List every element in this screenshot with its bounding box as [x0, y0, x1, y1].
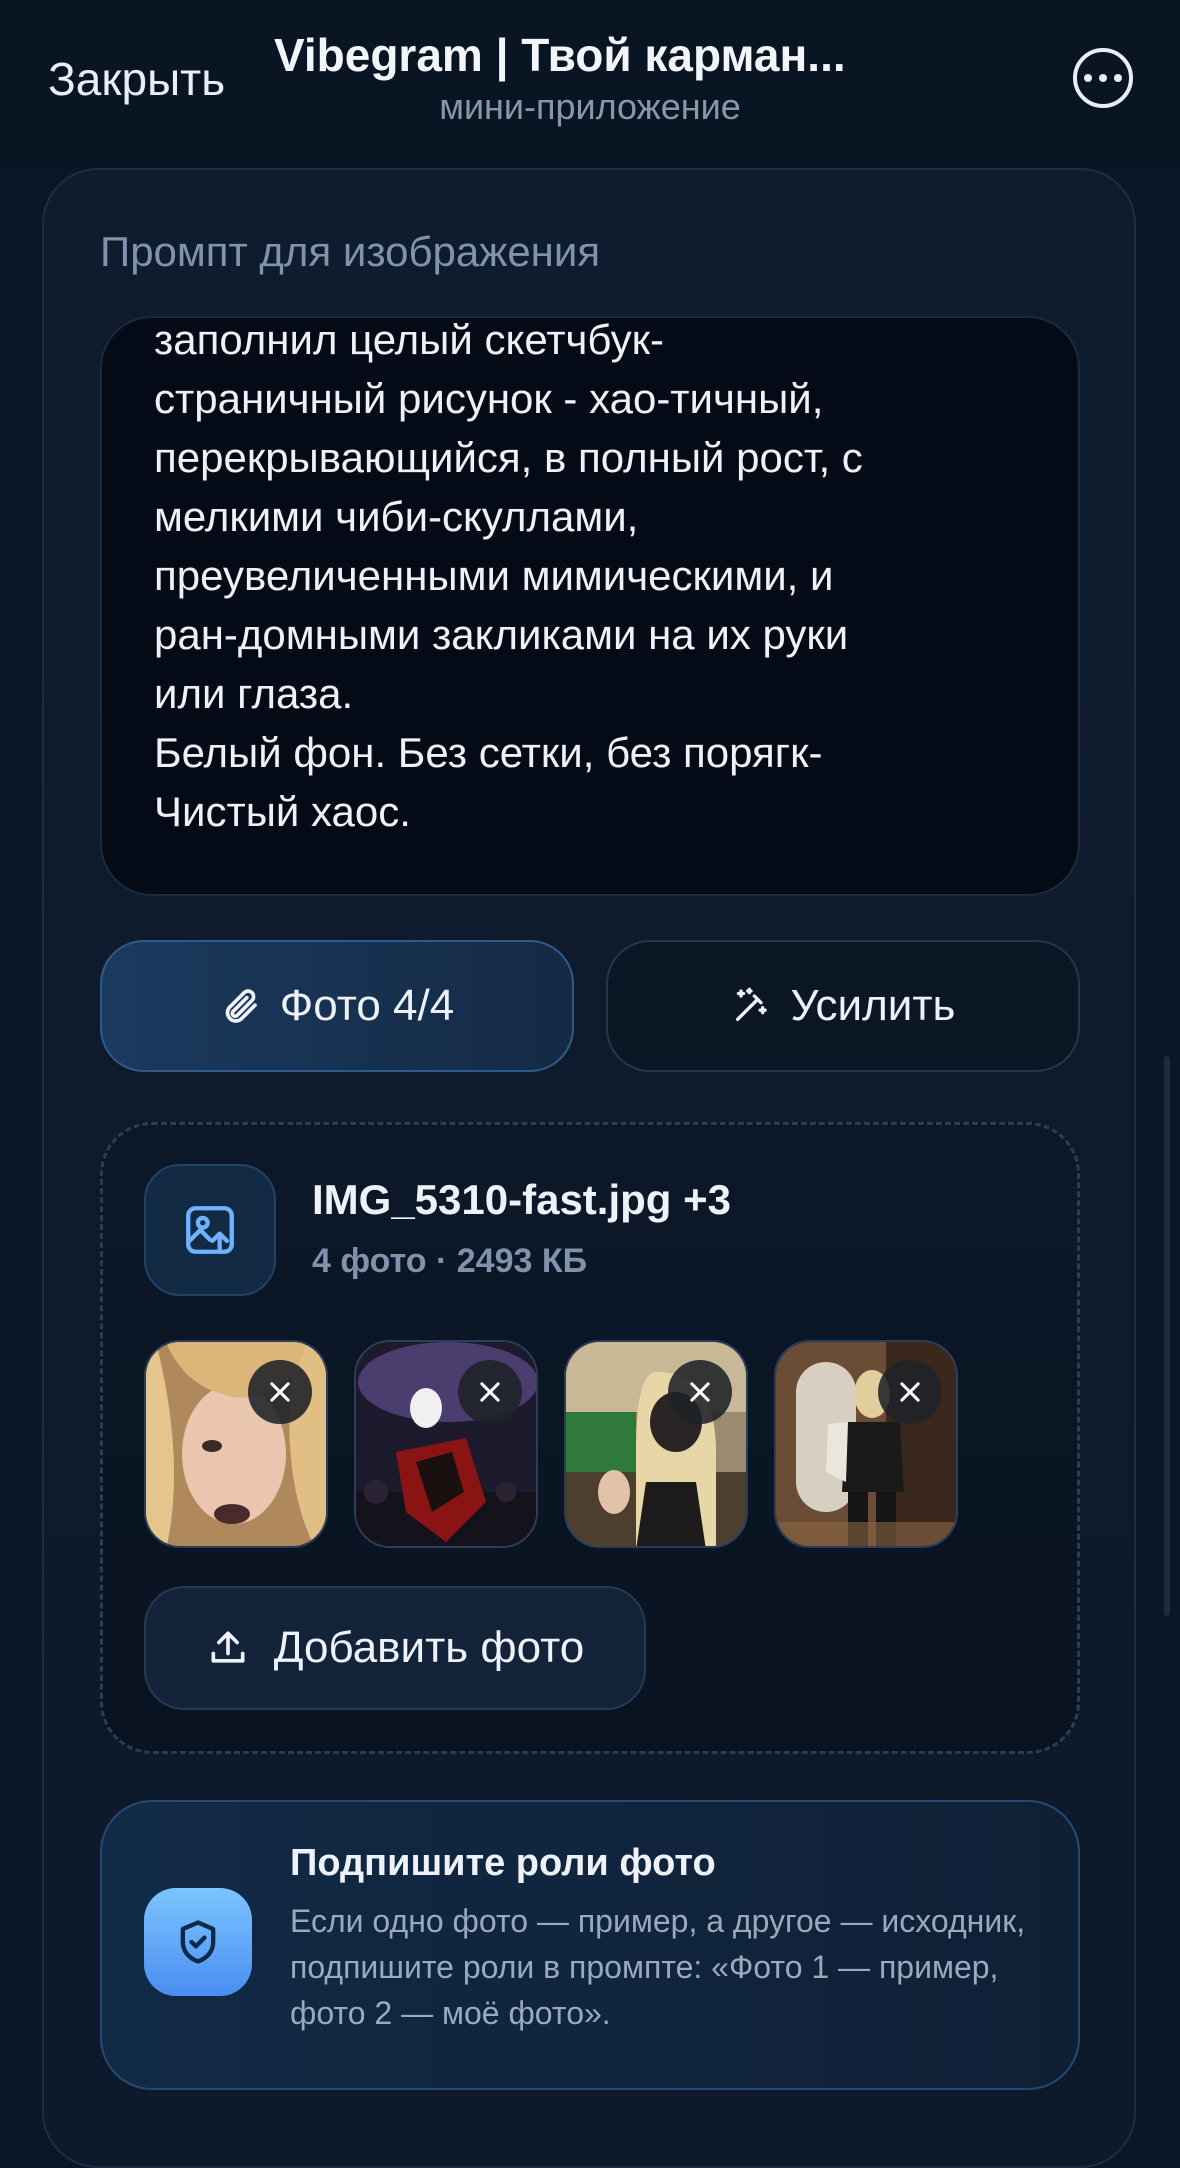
photo-thumbnail-2[interactable] [354, 1340, 538, 1548]
prompt-input[interactable]: заполнил целый скетчбук- страничный рису… [100, 316, 1080, 896]
photo-button-label: Фото 4/4 [279, 981, 455, 1030]
app-subtitle: мини-приложение [439, 86, 741, 127]
photo-button[interactable]: Фото 4/4 [100, 940, 574, 1072]
shield-check-icon [144, 1888, 252, 1996]
photo-thumbnail-4[interactable] [774, 1340, 958, 1548]
prompt-text: заполнил целый скетчбук- страничный рису… [154, 316, 863, 835]
remove-photo-4-button[interactable] [878, 1360, 942, 1424]
enhance-button-label: Усилить [790, 981, 956, 1030]
photo-thumbnail-3[interactable] [564, 1340, 748, 1548]
upload-icon [211, 1631, 245, 1663]
enhance-button[interactable]: Усилить [606, 940, 1080, 1072]
magic-wand-icon [735, 987, 767, 1021]
file-name: IMG_5310-fast.jpg +3 [312, 1176, 731, 1223]
add-photo-button[interactable]: Добавить фото [144, 1586, 646, 1710]
close-icon [900, 1382, 920, 1402]
hint-title: Подпишите роли фото [290, 1842, 716, 1884]
top-bar: Закрыть Vibegram | Твой карман... мини-п… [0, 0, 1180, 166]
remove-photo-1-button[interactable] [248, 1360, 312, 1424]
add-photo-label: Добавить фото [273, 1623, 585, 1672]
close-icon [270, 1382, 290, 1402]
file-meta: 4 фото · 2493 КБ [312, 1242, 588, 1280]
photo-thumbnail-1[interactable] [144, 1340, 328, 1548]
close-icon [690, 1382, 710, 1402]
app-title: Vibegram | Твой карман... [274, 29, 846, 81]
hint-text: Если одно фото — пример, а другое — исхо… [290, 1903, 1026, 2031]
more-icon[interactable] [1073, 48, 1133, 108]
image-upload-icon [144, 1164, 276, 1296]
close-icon [480, 1382, 500, 1402]
remove-photo-2-button[interactable] [458, 1360, 522, 1424]
scrollbar[interactable] [1164, 1056, 1170, 1616]
paperclip-icon [225, 989, 257, 1023]
prompt-label: Промпт для изображения [100, 228, 601, 275]
remove-photo-3-button[interactable] [668, 1360, 732, 1424]
